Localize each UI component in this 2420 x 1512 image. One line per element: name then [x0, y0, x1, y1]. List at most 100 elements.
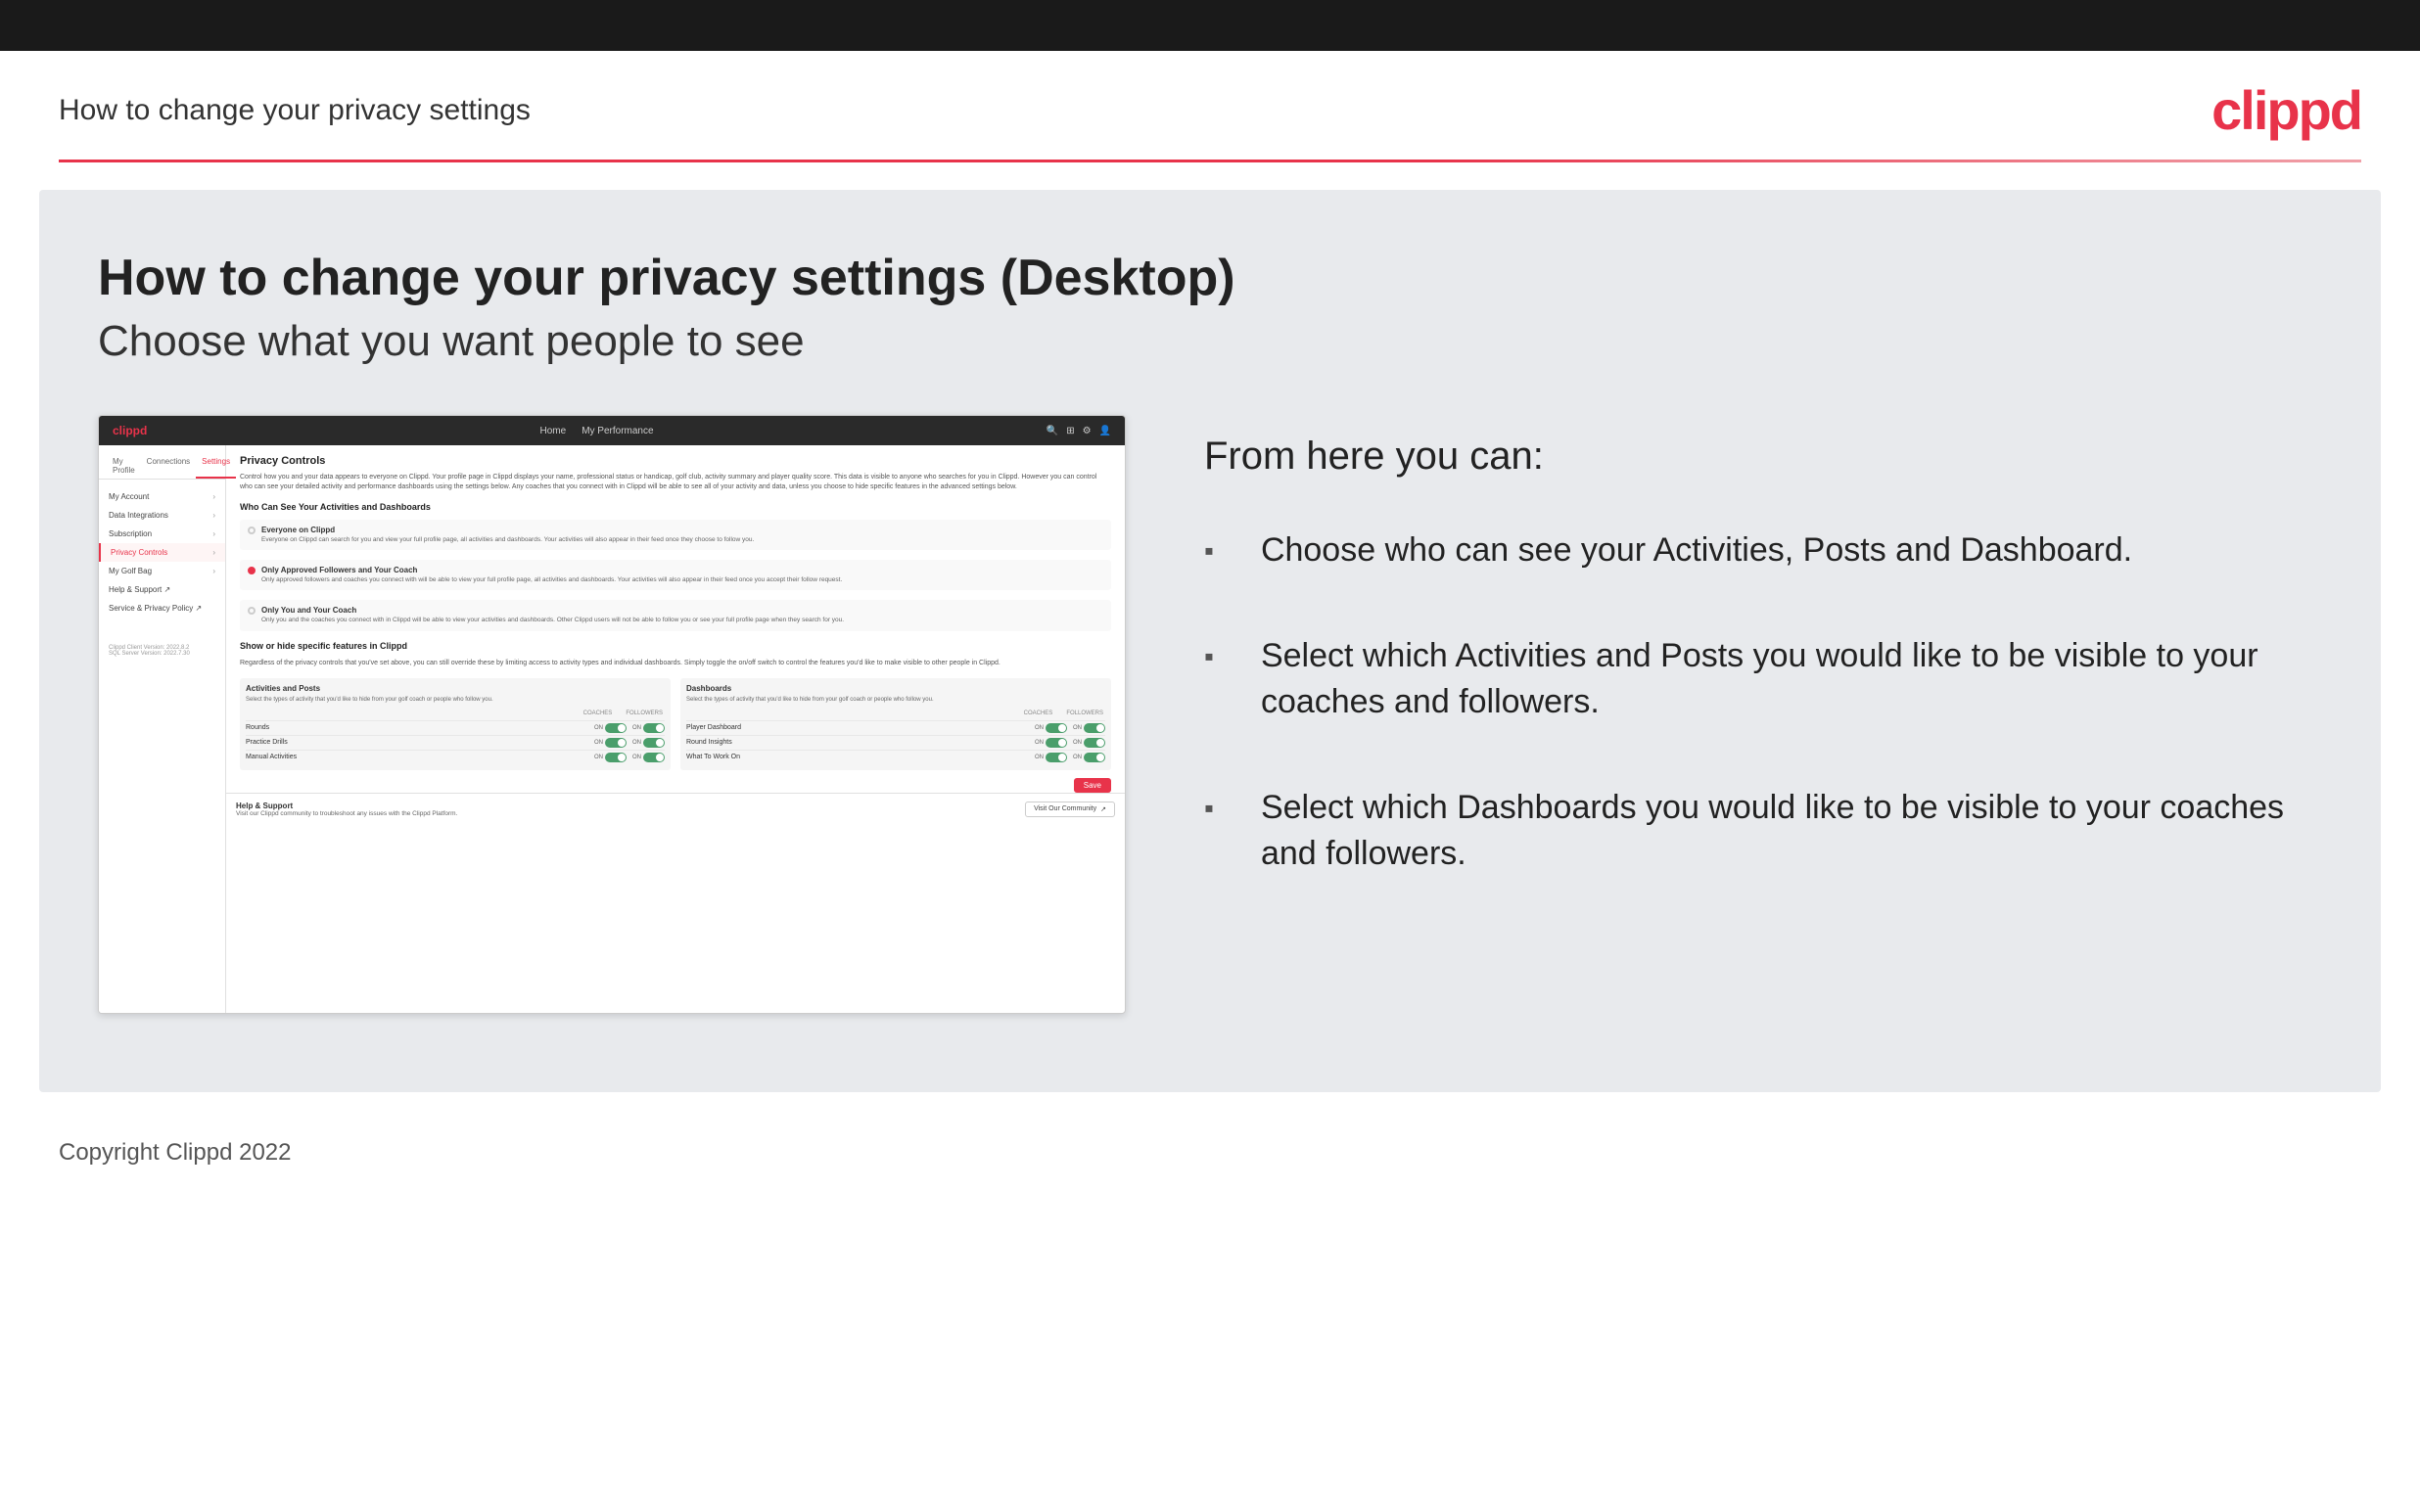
activities-posts-table: Activities and Posts Select the types of… — [240, 678, 671, 770]
manual-coaches-toggle[interactable]: ON — [594, 753, 627, 762]
sidebar-item-privacy-controls[interactable]: Privacy Controls › — [99, 543, 225, 562]
manual-coaches-switch[interactable] — [605, 753, 627, 762]
rounds-followers-switch[interactable] — [643, 723, 665, 733]
toggle-row-rounds: Rounds ON ON — [246, 720, 665, 735]
app-main-panel: Privacy Controls Control how you and you… — [226, 445, 1125, 1013]
help-text-block: Help & Support Visit our Clippd communit… — [236, 802, 457, 817]
help-section: Help & Support Visit our Clippd communit… — [226, 793, 1125, 825]
sidebar-item-my-golf-bag[interactable]: My Golf Bag › — [99, 562, 225, 580]
activities-posts-title: Activities and Posts — [246, 684, 665, 693]
dashboards-header-row: COACHES FOLLOWERS — [686, 710, 1105, 716]
sidebar-version: Clippd Client Version: 2022.8.2SQL Serve… — [99, 637, 225, 664]
app-logo: clippd — [113, 424, 147, 437]
what-to-work-on-label: What To Work On — [686, 754, 1035, 760]
rounds-label: Rounds — [246, 724, 594, 731]
sidebar-label-my-golf-bag: My Golf Bag — [109, 567, 152, 575]
who-can-see-heading: Who Can See Your Activities and Dashboar… — [240, 502, 1111, 512]
radio-option-approved[interactable]: Only Approved Followers and Your Coach O… — [240, 560, 1111, 590]
chevron-icon: › — [212, 567, 215, 575]
radio-text-everyone: Everyone on Clippd Everyone on Clippd ca… — [261, 526, 1103, 544]
nav-home[interactable]: Home — [540, 426, 567, 436]
radio-dot-everyone — [248, 527, 256, 534]
what-coaches-toggle[interactable]: ON — [1035, 753, 1067, 762]
bullet-text-1: Choose who can see your Activities, Post… — [1261, 527, 2132, 574]
practice-drills-followers-toggle[interactable]: ON — [632, 738, 665, 748]
bullet-item-3: Select which Dashboards you would like t… — [1204, 785, 2322, 878]
what-to-work-on-toggles: ON ON — [1035, 753, 1105, 762]
sidebar-label-data-integrations: Data Integrations — [109, 511, 168, 520]
app-nav-icons: 🔍 ⊞ ⚙ 👤 — [1047, 426, 1111, 436]
show-hide-description: Regardless of the privacy controls that … — [240, 659, 1111, 668]
manual-followers-switch[interactable] — [643, 753, 665, 762]
radio-label-only-you: Only You and Your Coach — [261, 606, 1103, 615]
tab-connections[interactable]: Connections — [141, 453, 196, 479]
round-coaches-switch[interactable] — [1046, 738, 1067, 748]
search-icon[interactable]: 🔍 — [1047, 426, 1058, 436]
round-followers-switch[interactable] — [1084, 738, 1105, 748]
help-title: Help & Support — [236, 802, 457, 810]
what-followers-toggle[interactable]: ON — [1073, 753, 1105, 762]
main-content: How to change your privacy settings (Des… — [39, 190, 2381, 1092]
practice-coaches-switch[interactable] — [605, 738, 627, 748]
dashboards-title: Dashboards — [686, 684, 1105, 693]
sidebar-item-data-integrations[interactable]: Data Integrations › — [99, 506, 225, 525]
save-button[interactable]: Save — [1074, 778, 1111, 793]
sidebar-item-service-privacy[interactable]: Service & Privacy Policy ↗ — [99, 599, 225, 618]
chevron-icon: › — [212, 492, 215, 501]
sidebar-label-help-support: Help & Support ↗ — [109, 585, 170, 594]
player-dashboard-coaches-toggle[interactable]: ON — [1035, 723, 1067, 733]
external-link-icon: ↗ — [1100, 805, 1106, 813]
toggle-row-manual-activities: Manual Activities ON ON — [246, 750, 665, 764]
followers-header: FOLLOWERS — [626, 710, 663, 716]
what-followers-switch[interactable] — [1084, 753, 1105, 762]
toggle-tables: Activities and Posts Select the types of… — [240, 678, 1111, 770]
nav-my-performance[interactable]: My Performance — [582, 426, 653, 436]
chevron-icon: › — [212, 529, 215, 538]
sidebar-item-my-account[interactable]: My Account › — [99, 487, 225, 506]
grid-icon[interactable]: ⊞ — [1066, 426, 1074, 436]
rounds-coaches-switch[interactable] — [605, 723, 627, 733]
page-title: How to change your privacy settings — [59, 94, 531, 127]
privacy-controls-title: Privacy Controls — [240, 455, 1111, 467]
round-insights-followers-toggle[interactable]: ON — [1073, 738, 1105, 748]
user-icon[interactable]: 👤 — [1099, 426, 1111, 436]
round-insights-toggles: ON ON — [1035, 738, 1105, 748]
footer: Copyright Clippd 2022 — [0, 1120, 2420, 1186]
player-followers-switch[interactable] — [1084, 723, 1105, 733]
practice-followers-switch[interactable] — [643, 738, 665, 748]
player-dashboard-followers-toggle[interactable]: ON — [1073, 723, 1105, 733]
bullet-text-3: Select which Dashboards you would like t… — [1261, 785, 2322, 878]
logo: clippd — [2211, 78, 2361, 142]
player-dashboard-toggles: ON ON — [1035, 723, 1105, 733]
manual-followers-toggle[interactable]: ON — [632, 753, 665, 762]
from-here-heading: From here you can: — [1204, 435, 2322, 479]
sidebar-label-service-privacy: Service & Privacy Policy ↗ — [109, 604, 202, 613]
screenshot-column: clippd Home My Performance 🔍 ⊞ ⚙ 👤 — [98, 415, 1126, 1014]
copyright-text: Copyright Clippd 2022 — [59, 1139, 291, 1166]
toggle-row-practice-drills: Practice Drills ON ON — [246, 735, 665, 750]
bullet-list: Choose who can see your Activities, Post… — [1204, 527, 2322, 878]
dashboards-coaches-header: COACHES — [1024, 710, 1053, 716]
chevron-icon: › — [212, 548, 215, 557]
radio-option-only-you[interactable]: Only You and Your Coach Only you and the… — [240, 600, 1111, 630]
round-insights-label: Round Insights — [686, 739, 1035, 746]
visit-community-button[interactable]: Visit Our Community ↗ — [1025, 802, 1115, 817]
sidebar-item-help-support[interactable]: Help & Support ↗ — [99, 580, 225, 599]
practice-drills-coaches-toggle[interactable]: ON — [594, 738, 627, 748]
settings-icon[interactable]: ⚙ — [1083, 426, 1092, 436]
rounds-coaches-toggle[interactable]: ON — [594, 723, 627, 733]
radio-option-everyone[interactable]: Everyone on Clippd Everyone on Clippd ca… — [240, 520, 1111, 550]
bullet-item-1: Choose who can see your Activities, Post… — [1204, 527, 2322, 574]
what-coaches-switch[interactable] — [1046, 753, 1067, 762]
app-nav-links: Home My Performance — [540, 426, 654, 436]
rounds-followers-toggle[interactable]: ON — [632, 723, 665, 733]
player-coaches-switch[interactable] — [1046, 723, 1067, 733]
round-insights-coaches-toggle[interactable]: ON — [1035, 738, 1067, 748]
practice-drills-toggles: ON ON — [594, 738, 665, 748]
radio-desc-only-you: Only you and the coaches you connect wit… — [261, 617, 1103, 624]
tab-my-profile[interactable]: My Profile — [107, 453, 141, 479]
top-bar — [0, 0, 2420, 51]
sidebar-item-subscription[interactable]: Subscription › — [99, 525, 225, 543]
radio-label-approved: Only Approved Followers and Your Coach — [261, 566, 1103, 574]
main-subheading: Choose what you want people to see — [98, 317, 2322, 366]
